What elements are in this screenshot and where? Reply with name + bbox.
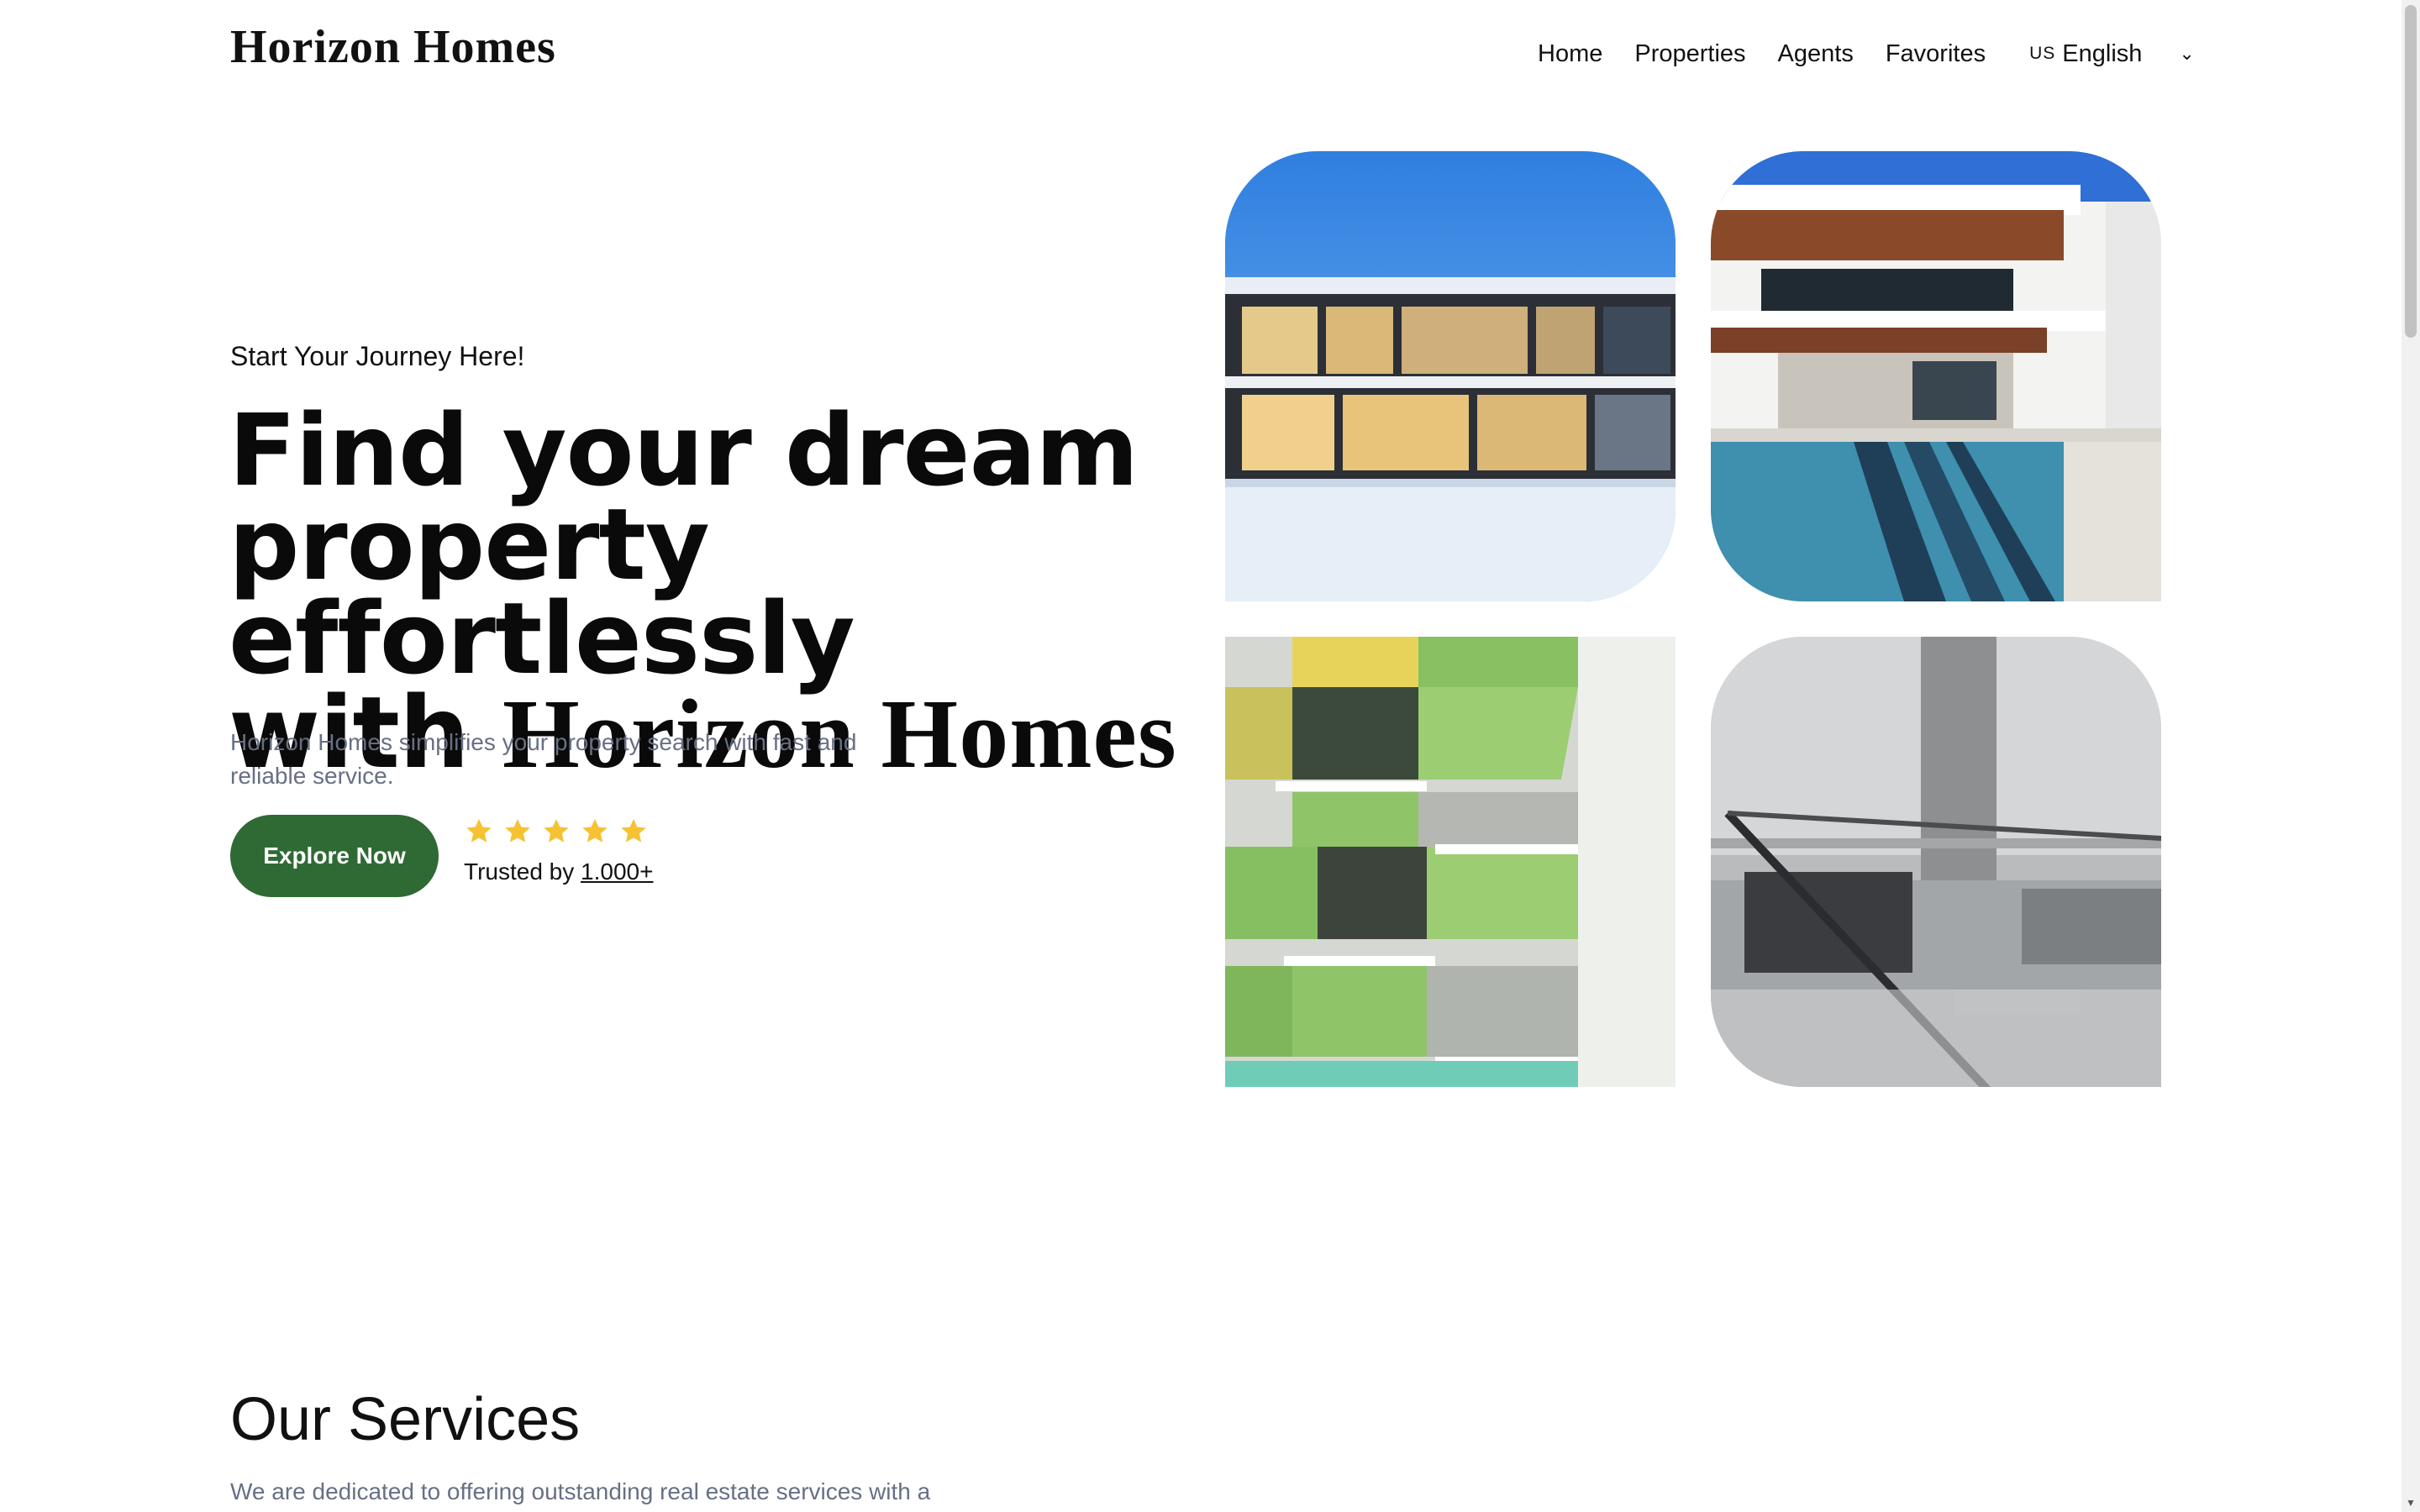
nav-home[interactable]: Home	[1538, 37, 1602, 71]
property-image-villa-pool[interactable]	[1711, 151, 2161, 601]
balconies-illustration	[1225, 637, 1676, 1087]
headline-line-2: property effortlessly	[229, 486, 855, 696]
trusted-prefix: Trusted by	[464, 858, 575, 885]
villa-illustration	[1711, 151, 2161, 601]
scrollbar-thumb[interactable]	[2405, 5, 2417, 338]
property-image-green-balconies[interactable]	[1225, 637, 1676, 1087]
star-icon	[544, 819, 569, 843]
interior-illustration	[1711, 637, 2161, 1087]
trusted-by-text: Trusted by 1.000+	[464, 858, 653, 885]
star-icon	[466, 819, 492, 843]
nav-favorites[interactable]: Favorites	[1886, 37, 1986, 71]
property-image-interior-stairs[interactable]	[1711, 637, 2161, 1087]
language-label: English	[2062, 39, 2143, 67]
star-rating	[464, 816, 653, 847]
nav-agents[interactable]: Agents	[1778, 37, 1854, 71]
page: Horizon Homes Home Properties Agents Fav…	[0, 0, 2420, 1512]
scroll-down-arrow-icon[interactable]: ▼	[2406, 1497, 2416, 1509]
house-illustration	[1225, 151, 1676, 601]
star-icon	[621, 819, 646, 843]
language-selector[interactable]: US English ⌄	[2029, 40, 2195, 68]
hero-subtext: Horizon Homes simplifies your property s…	[230, 729, 857, 789]
hero-eyebrow: Start Your Journey Here!	[230, 341, 525, 371]
services-title: Our Services	[230, 1386, 581, 1453]
brand-logo[interactable]: Horizon Homes	[230, 21, 556, 74]
main-nav: Home Properties Agents Favorites US Engl…	[1538, 37, 2195, 71]
rating-block: Trusted by 1.000+	[464, 816, 653, 885]
hero-headline: Find your dream property effortlessly wi…	[229, 401, 1203, 784]
explore-now-button[interactable]: Explore Now	[230, 815, 439, 897]
star-icon	[582, 819, 608, 843]
nav-properties[interactable]: Properties	[1634, 37, 1745, 71]
us-flag-icon: US	[2029, 44, 2056, 63]
star-icon	[505, 819, 530, 843]
trusted-count-link[interactable]: 1.000+	[581, 858, 653, 885]
services-description: We are dedicated to offering outstanding…	[230, 1478, 931, 1504]
property-image-modern-house-night[interactable]	[1225, 151, 1676, 601]
page-scrollbar[interactable]: ▼	[2402, 0, 2420, 1512]
chevron-down-icon: ⌄	[2179, 43, 2195, 64]
